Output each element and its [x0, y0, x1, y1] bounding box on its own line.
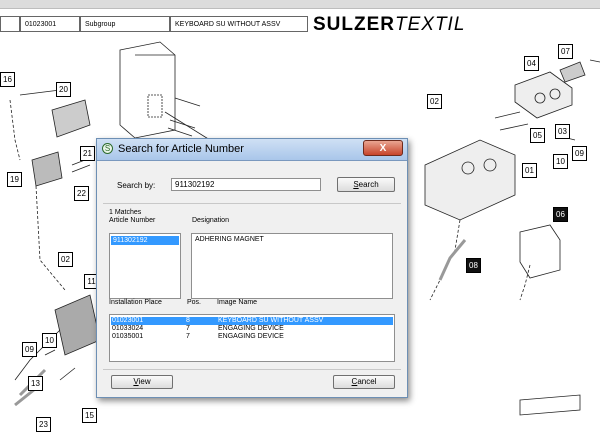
divider [103, 203, 401, 204]
row-pos: 8 [186, 317, 190, 324]
part-callout: 20 [56, 82, 71, 97]
cancel-button[interactable]: Cancel [333, 375, 395, 389]
list-item[interactable]: 911302192 [111, 236, 179, 245]
image-name-header: Image Name [217, 299, 258, 306]
row-image: ENGAGING DEVICE [218, 333, 284, 340]
part-callout: 13 [28, 376, 43, 391]
row-place: 01023001 [112, 317, 144, 324]
part-callout: 10 [553, 154, 568, 169]
part-callout: 01 [522, 163, 537, 178]
part-callout: 21 [80, 146, 95, 161]
part-callout: 19 [7, 172, 22, 187]
designation-box: ADHERING MAGNET [191, 233, 393, 299]
row-image: KEYBOARD SU WITHOUT ASSV [218, 317, 324, 324]
search-dialog: S Search for Article Number X Search by:… [96, 138, 408, 398]
row-image: ENGAGING DEVICE [218, 325, 284, 332]
designation-header: Designation [192, 217, 229, 224]
row-place: 01035001 [112, 333, 144, 340]
row-pos: 7 [186, 333, 190, 340]
part-callout: 15 [82, 408, 97, 423]
part-callout: 05 [530, 128, 545, 143]
part-callout: 08 [466, 258, 481, 273]
part-callout: 09 [572, 146, 587, 161]
part-callout: 04 [524, 56, 539, 71]
part-callout: 23 [36, 417, 51, 432]
dialog-title-bar[interactable]: S Search for Article Number X [97, 139, 407, 161]
divider [103, 369, 401, 370]
part-callout: 02 [427, 94, 442, 109]
part-callout: 09 [22, 342, 37, 357]
article-number-header: Article Number [109, 217, 156, 224]
pos-header: Pos. [187, 299, 202, 306]
matches-count: 1 Matches [109, 209, 142, 216]
part-callout: 10 [42, 333, 57, 348]
part-callout: 03 [555, 124, 570, 139]
installation-list[interactable]: 01023001 8 KEYBOARD SU WITHOUT ASSV 0103… [109, 314, 395, 362]
row-pos: 7 [186, 325, 190, 332]
close-button[interactable]: X [363, 140, 403, 156]
part-callout: 22 [74, 186, 89, 201]
dialog-title: Search for Article Number [118, 143, 244, 155]
part-callout: 07 [558, 44, 573, 59]
designation-value: ADHERING MAGNET [195, 236, 264, 243]
row-place: 01033024 [112, 325, 144, 332]
search-input[interactable]: 911302192 [171, 178, 321, 191]
part-callout: 02 [58, 252, 73, 267]
app-icon: S [102, 143, 113, 154]
search-by-label: Search by: [117, 181, 156, 190]
part-callout: 06 [553, 207, 568, 222]
search-button[interactable]: Search [337, 177, 395, 192]
installation-place-header: Installation Place [109, 299, 162, 306]
view-button[interactable]: View [111, 375, 173, 389]
part-callout: 16 [0, 72, 15, 87]
article-number-list[interactable]: 911302192 [109, 233, 181, 299]
